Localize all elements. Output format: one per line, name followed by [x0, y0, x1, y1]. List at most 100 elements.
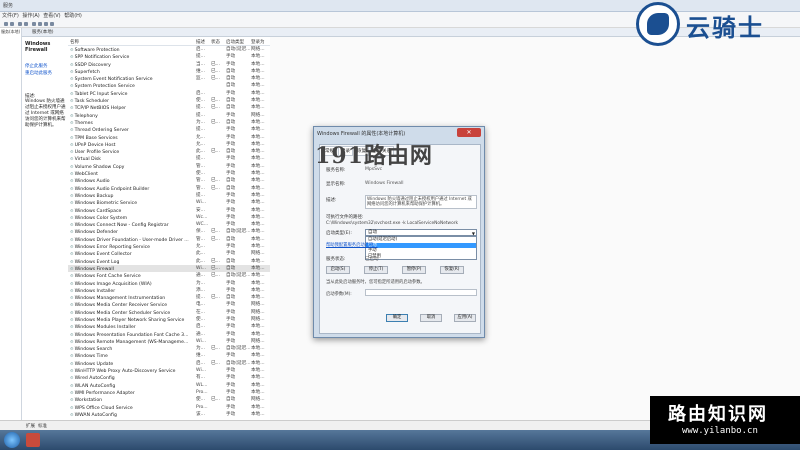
- col-status[interactable]: 状态: [211, 39, 220, 45]
- service-row[interactable]: Volume Shadow Copy管...手动本地...: [68, 163, 270, 170]
- service-row[interactable]: Windows Modules Installer启...手动本地...: [68, 323, 270, 330]
- back-icon[interactable]: [4, 22, 8, 26]
- service-row[interactable]: TPM Base Services允...手动本地...: [68, 134, 270, 141]
- menu-file[interactable]: 文件(F): [2, 12, 19, 21]
- service-startup: 自动(延迟...: [226, 47, 250, 52]
- resume-button[interactable]: 恢复(R): [440, 266, 464, 274]
- service-row[interactable]: Windows Remote Management (WS-Manageme..…: [68, 338, 270, 345]
- service-row[interactable]: Tablet PC Input Service启...手动本地...: [68, 90, 270, 97]
- service-row[interactable]: Windows Management Instrumentation提...已.…: [68, 294, 270, 301]
- knight-logo-icon: [636, 2, 680, 46]
- service-row[interactable]: Wired AutoConfig有...手动本地...: [68, 374, 270, 381]
- path-value: C:\Windows\system32\svchost.exe -k Local…: [326, 221, 458, 226]
- service-row[interactable]: Windows Driver Foundation - User-mode Dr…: [68, 236, 270, 243]
- start-button-dialog[interactable]: 启动(S): [326, 266, 350, 274]
- cancel-button[interactable]: 取消: [420, 314, 442, 322]
- service-row[interactable]: SSDP Discovery当...已...手动本地...: [68, 61, 270, 68]
- ok-button[interactable]: 确定: [386, 314, 408, 322]
- service-row[interactable]: Windows Defender保...已...自动(延迟...本地...: [68, 228, 270, 235]
- col-desc[interactable]: 描述: [196, 39, 205, 45]
- tab-extended[interactable]: 扩展: [26, 423, 35, 429]
- option-disabled[interactable]: 已禁用: [366, 254, 476, 260]
- service-row[interactable]: System Event Notification Service监...已..…: [68, 75, 270, 82]
- tree-item-services[interactable]: 服务(本地): [0, 28, 21, 36]
- close-icon[interactable]: ✕: [457, 128, 481, 137]
- service-row[interactable]: Workstation使...已...自动网络...: [68, 396, 270, 403]
- service-startup: 手动: [226, 156, 236, 162]
- service-row[interactable]: Windows Image Acquisition (WIA)为...手动本地.…: [68, 280, 270, 287]
- service-startup: 手动: [226, 324, 236, 330]
- play-icon[interactable]: [32, 22, 36, 26]
- restart-icon[interactable]: [50, 22, 54, 26]
- service-logon: 本地...: [251, 265, 265, 271]
- service-row[interactable]: Windows Media Center Scheduler Service在.…: [68, 309, 270, 316]
- col-name[interactable]: 名称: [70, 39, 79, 45]
- service-row[interactable]: Windows Error Reporting Service允...手动本地.…: [68, 243, 270, 250]
- pause-icon[interactable]: [44, 22, 48, 26]
- service-status: 已...: [211, 178, 220, 184]
- service-row[interactable]: Windows Media Center Receiver Service电..…: [68, 301, 270, 308]
- service-row[interactable]: SPP Notification Service提...手动本地...: [68, 53, 270, 60]
- service-startup: 手动: [226, 302, 236, 308]
- taskbar-app-icon[interactable]: [26, 433, 40, 447]
- service-logon: 本地...: [251, 244, 265, 250]
- help-link[interactable]: 帮助我配置服务启动选项。: [326, 242, 378, 248]
- service-row[interactable]: Windows FirewallWi...已...自动本地...: [68, 264, 270, 273]
- service-row[interactable]: Windows Audio Endpoint Builder管...已...自动…: [68, 185, 270, 192]
- service-row[interactable]: Windows Event Collector此...手动网络...: [68, 250, 270, 257]
- service-row[interactable]: Windows Update启...已...自动(延迟...本地...: [68, 360, 270, 367]
- service-startup: 手动: [226, 375, 236, 381]
- restart-service-link[interactable]: 重启动此服务: [25, 70, 52, 76]
- service-row[interactable]: WPS Office Cloud ServicePro...手动本地...: [68, 404, 270, 411]
- service-row[interactable]: WLAN AutoConfigWL...手动本地...: [68, 382, 270, 389]
- service-row[interactable]: Superfetch维...已...自动本地...: [68, 68, 270, 75]
- menu-action[interactable]: 操作(A): [22, 12, 39, 21]
- service-row[interactable]: Thread Ordering Server提...手动本地...: [68, 126, 270, 133]
- refresh-icon[interactable]: [18, 22, 22, 26]
- stop-button[interactable]: 停止(T): [364, 266, 388, 274]
- col-logon[interactable]: 登录为: [251, 39, 265, 45]
- service-logon: 本地...: [251, 258, 265, 264]
- service-row[interactable]: WinHTTP Web Proxy Auto-Discovery Service…: [68, 367, 270, 374]
- apply-button[interactable]: 应用(A): [454, 314, 476, 322]
- start-params-input[interactable]: [365, 289, 477, 296]
- service-row[interactable]: Windows Font Cache Service通...已...自动(延迟.…: [68, 272, 270, 279]
- service-row[interactable]: WebClient使...手动本地...: [68, 170, 270, 177]
- service-row[interactable]: Telephony提...手动网络...: [68, 112, 270, 119]
- stop-icon[interactable]: [38, 22, 42, 26]
- start-button[interactable]: [4, 432, 20, 448]
- service-row[interactable]: Software Protection启...自动(延迟...网络...: [68, 46, 270, 53]
- service-row[interactable]: User Profile Service此...已...自动本地...: [68, 148, 270, 155]
- export-icon[interactable]: [24, 22, 28, 26]
- service-row[interactable]: Virtual Disk提...手动本地...: [68, 155, 270, 162]
- service-row[interactable]: WWAN AutoConfig该... 手动 本地...: [68, 411, 270, 418]
- service-row[interactable]: UPnP Device Host允...手动本地...: [68, 141, 270, 148]
- tab-standard[interactable]: 标准: [38, 423, 47, 429]
- service-row[interactable]: Task Scheduler使...已...自动本地...: [68, 97, 270, 104]
- service-row[interactable]: System Protection Service自动本地...: [68, 82, 270, 89]
- service-row[interactable]: Windows Time维...手动本地...: [68, 352, 270, 359]
- service-row[interactable]: Windows Color SystemWc...手动本地...: [68, 214, 270, 221]
- service-row[interactable]: Windows Installer添...手动本地...: [68, 287, 270, 294]
- menu-view[interactable]: 查看(V): [43, 12, 60, 21]
- menu-help[interactable]: 帮助(H): [64, 12, 82, 21]
- forward-icon[interactable]: [10, 22, 14, 26]
- pause-button[interactable]: 暂停(P): [402, 266, 426, 274]
- service-row[interactable]: Windows CardSpace安...手动本地...: [68, 207, 270, 214]
- stop-service-link[interactable]: 停止此服务: [25, 63, 48, 69]
- service-row[interactable]: Windows Presentation Foundation Font Cac…: [68, 331, 270, 338]
- service-row[interactable]: TCP/IP NetBIOS Helper提...已...自动本地...: [68, 104, 270, 111]
- startup-type-select[interactable]: 自动 ▼: [365, 229, 477, 236]
- service-startup: 自动(延迟...: [226, 229, 250, 235]
- service-row[interactable]: WMI Performance AdapterPro...手动本地...: [68, 389, 270, 396]
- service-row[interactable]: Windows Biometric ServiceWi...手动本地...: [68, 199, 270, 206]
- service-row[interactable]: Windows Backup提...手动本地...: [68, 192, 270, 199]
- service-row[interactable]: Windows Search为...已...自动(延迟...本地...: [68, 345, 270, 352]
- service-row[interactable]: Themes为...已...自动本地...: [68, 119, 270, 126]
- service-startup: 自动: [226, 295, 236, 301]
- service-row[interactable]: Windows Connect Now - Config RegistrarWC…: [68, 221, 270, 228]
- service-row[interactable]: Windows Event Log此...已...自动本地...: [68, 258, 270, 265]
- service-row[interactable]: Windows Audio管...已...自动本地...: [68, 177, 270, 184]
- service-row[interactable]: Windows Media Player Network Sharing Ser…: [68, 316, 270, 323]
- col-startup[interactable]: 启动类型: [226, 39, 244, 45]
